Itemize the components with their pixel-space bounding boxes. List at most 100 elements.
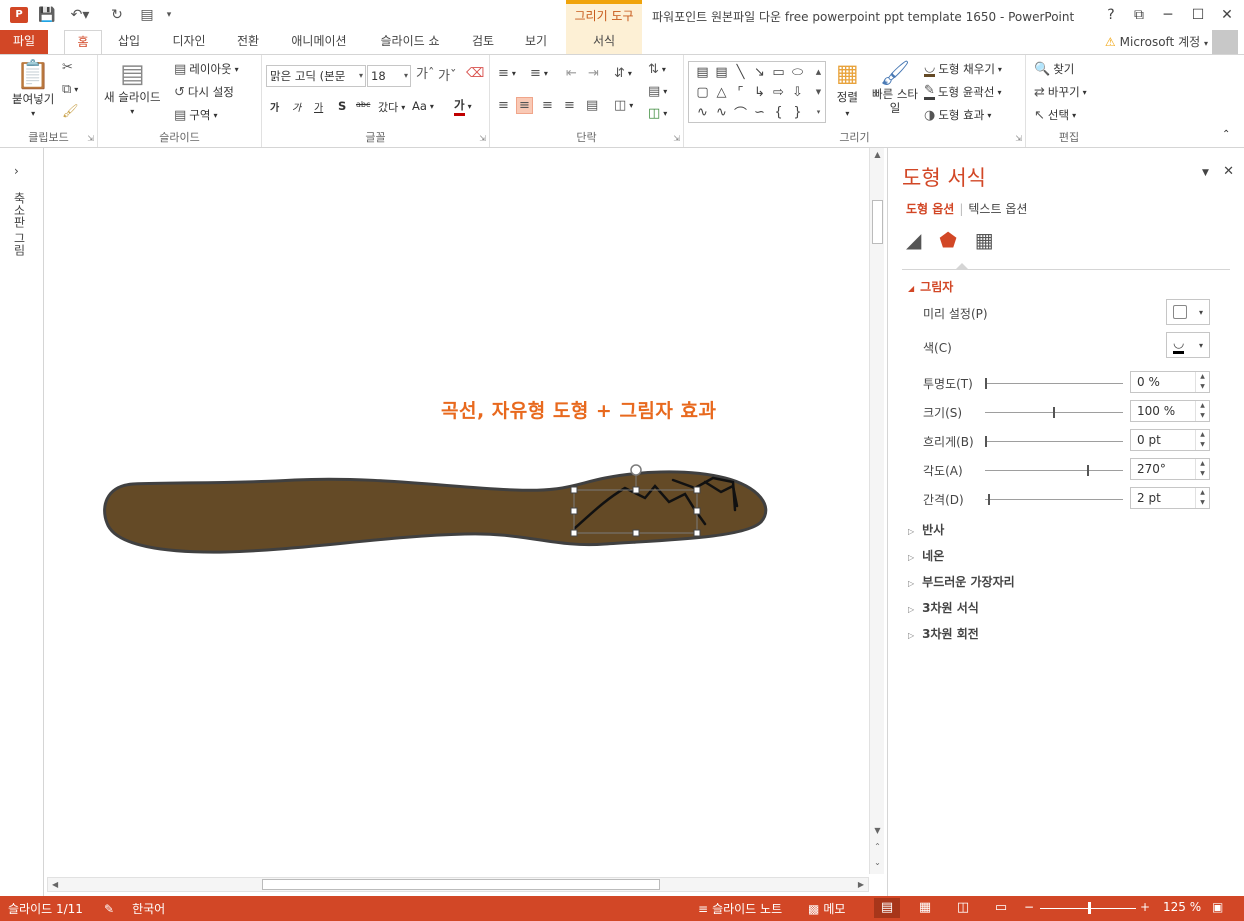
next-slide-icon[interactable]: ⌄ <box>870 858 885 867</box>
textbox-shape-icon[interactable]: ▤ <box>693 62 712 82</box>
resize-handle[interactable] <box>693 529 701 537</box>
maximize-button[interactable]: ☐ <box>1185 4 1211 26</box>
collapsed-section[interactable]: ▷ 부드러운 가장자리 <box>908 573 1015 590</box>
fit-to-window-icon[interactable]: ▣ <box>1212 900 1223 914</box>
tab-transitions[interactable]: 전환 <box>226 30 270 54</box>
close-button[interactable]: ✕ <box>1214 4 1240 26</box>
resize-handle[interactable] <box>570 507 578 515</box>
align-left-button[interactable]: ≡ <box>498 99 509 112</box>
shadow-prop-spinner[interactable]: 270° ▲ ▼ <box>1130 458 1210 480</box>
elbow-connector-shape-icon[interactable]: ⌜ <box>731 82 750 102</box>
text-direction-button[interactable]: ⇅ ▾ <box>648 63 666 76</box>
spinner-arrows-icon[interactable]: ▲ ▼ <box>1195 401 1209 421</box>
align-right-button[interactable]: ≡ <box>542 99 553 112</box>
vertical-textbox-shape-icon[interactable]: ▤ <box>712 62 731 82</box>
horizontal-scroll-thumb[interactable] <box>262 879 660 890</box>
scribble-shape-icon[interactable]: ∿ <box>712 102 731 122</box>
avatar[interactable] <box>1212 30 1238 54</box>
align-center-button[interactable]: ≡ <box>516 97 533 114</box>
tab-design[interactable]: 디자인 <box>162 30 216 54</box>
strikethrough-button[interactable]: abc <box>356 100 370 109</box>
select-button[interactable]: ↖ 선택 ▾ <box>1034 107 1076 123</box>
thumbnail-pane-label[interactable]: 축소판 그림 <box>11 192 28 256</box>
shadow-prop-slider[interactable] <box>985 465 1123 476</box>
scroll-down-icon[interactable]: ▼ <box>870 826 885 835</box>
shadow-prop-slider[interactable] <box>985 407 1123 418</box>
quick-styles-button[interactable]: 🖌 빠른 스타일 <box>872 61 918 115</box>
size-properties-icon[interactable]: ▦ <box>975 228 994 252</box>
previous-slide-icon[interactable]: ⌃ <box>870 842 885 851</box>
left-brace-shape-icon[interactable]: { <box>769 102 788 122</box>
shape-effects-button[interactable]: ◑ 도형 효과 ▾ <box>924 107 991 123</box>
section-button[interactable]: ▤ 구역 ▾ <box>174 107 217 123</box>
redo-icon[interactable]: ↻ <box>106 5 128 25</box>
rectangle-shape-icon[interactable]: ▭ <box>769 62 788 82</box>
vertical-scroll-thumb[interactable] <box>872 200 883 244</box>
spinner-arrows-icon[interactable]: ▲ ▼ <box>1195 430 1209 450</box>
underline-button[interactable]: 가 <box>314 99 323 114</box>
curve-shape-icon[interactable]: ∽ <box>750 102 769 122</box>
collapse-ribbon-icon[interactable]: ⌃ <box>1222 129 1230 140</box>
ribbon-display-options-button[interactable]: ⧉ <box>1126 4 1152 26</box>
help-button[interactable]: ? <box>1098 4 1124 26</box>
new-slide-button[interactable]: ▤ 새 슬라이드 ▾ <box>104 61 161 116</box>
resize-handle[interactable] <box>570 486 578 494</box>
shadow-prop-spinner[interactable]: 0 pt ▲ ▼ <box>1130 429 1210 451</box>
reading-view-icon[interactable]: ◫ <box>950 898 976 918</box>
tab-slideshow[interactable]: 슬라이드 쇼 <box>368 30 452 54</box>
zoom-slider[interactable] <box>1040 902 1136 914</box>
tab-animations[interactable]: 애니메이션 <box>280 30 358 54</box>
scroll-left-icon[interactable]: ◀ <box>52 878 58 891</box>
tab-review[interactable]: 검토 <box>462 30 504 54</box>
arrange-button[interactable]: ▦ 정렬 ▾ <box>836 61 859 118</box>
layout-button[interactable]: ▤ 레이아웃 ▾ <box>174 61 239 77</box>
freeform-brown-shape[interactable] <box>103 470 768 554</box>
slider-knob[interactable] <box>1053 407 1055 418</box>
tab-home[interactable]: 홈 <box>64 30 102 54</box>
reset-button[interactable]: ↺ 다시 설정 <box>174 84 234 100</box>
slider-knob[interactable] <box>988 494 990 505</box>
spinner-arrows-icon[interactable]: ▲ ▼ <box>1195 488 1209 508</box>
resize-handle[interactable] <box>632 486 640 494</box>
text-shadow-button[interactable]: S <box>338 99 346 113</box>
scroll-right-icon[interactable]: ▶ <box>858 878 864 891</box>
justify-button[interactable]: ≡ <box>564 99 575 112</box>
shadow-prop-spinner[interactable]: 100 % ▲ ▼ <box>1130 400 1210 422</box>
grow-font-button[interactable]: 가ˆ <box>416 68 434 81</box>
zoom-in-icon[interactable]: + <box>1140 900 1150 914</box>
change-case-button[interactable]: Aa ▾ <box>412 99 434 113</box>
triangle-shape-icon[interactable]: △ <box>712 82 731 102</box>
language-indicator[interactable]: ✎ 한국어 <box>104 900 165 917</box>
shrink-font-button[interactable]: 가ˇ <box>438 70 456 83</box>
spinner-arrows-icon[interactable]: ▲ ▼ <box>1195 372 1209 392</box>
collapsed-section[interactable]: ▷ 네온 <box>908 547 944 564</box>
zoom-level[interactable]: 125 % <box>1163 900 1201 914</box>
align-text-button[interactable]: ▤ ▾ <box>648 85 667 98</box>
convert-smartart-button[interactable]: ◫ ▾ <box>648 107 667 120</box>
right-brace-shape-icon[interactable]: } <box>788 102 807 122</box>
save-icon[interactable]: 💾 <box>36 5 58 25</box>
tab-format[interactable]: 서식 <box>566 30 642 54</box>
slider-knob[interactable] <box>985 436 987 447</box>
normal-view-icon[interactable]: ▤ <box>874 898 900 918</box>
decrease-indent-button[interactable]: ⇤ <box>566 67 577 80</box>
zoom-out-icon[interactable]: − <box>1024 900 1034 914</box>
resize-handle[interactable] <box>632 529 640 537</box>
collapsed-section[interactable]: ▷ 3차원 회전 <box>908 625 979 642</box>
font-color-button[interactable]: 가 ▾ <box>454 97 472 116</box>
paste-button[interactable]: 📋 붙여넣기 ▾ <box>12 61 54 119</box>
customize-qat-icon[interactable]: ▾ <box>162 5 176 25</box>
resize-handle[interactable] <box>693 507 701 515</box>
vertical-scrollbar[interactable]: ▲ ▼ ⌃ ⌄ <box>869 148 884 874</box>
collapsed-section[interactable]: ▷ 3차원 서식 <box>908 599 979 616</box>
zoom-slider-knob[interactable] <box>1088 902 1091 914</box>
fill-line-icon[interactable]: ◢ <box>906 228 921 252</box>
drawing-launcher-icon[interactable]: ⇲ <box>1015 134 1022 143</box>
shadow-prop-slider[interactable] <box>985 436 1123 447</box>
tab-shape-options[interactable]: 도형 옵션 <box>906 202 954 216</box>
bold-button[interactable]: 가 <box>270 99 279 114</box>
slide-canvas[interactable]: 곡선, 자유형 도형 + 그림자 효과 <box>45 148 867 874</box>
shadow-prop-slider[interactable] <box>985 378 1123 389</box>
shapes-gallery-scroll[interactable]: ▲ ▼ ▾ <box>812 61 826 123</box>
elbow-arrow-shape-icon[interactable]: ↳ <box>750 82 769 102</box>
